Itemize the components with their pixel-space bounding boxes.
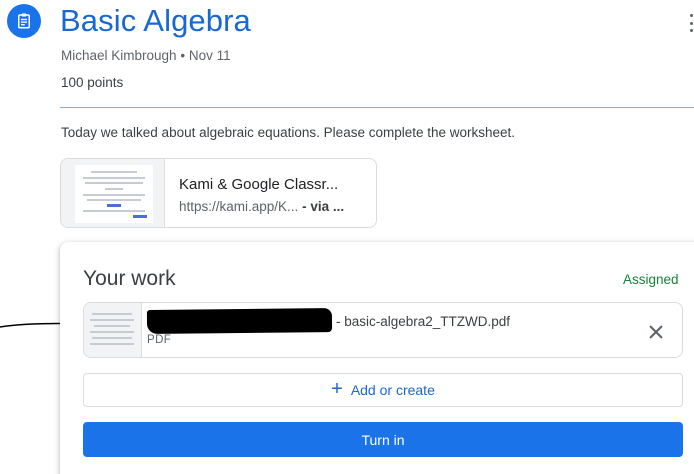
file-name: - basic-algebra2_TTZWD.pdf [336, 314, 511, 329]
attachment-card[interactable]: Kami & Google Classr... https://kami.app… [60, 158, 377, 228]
plus-icon: + [331, 378, 343, 400]
assignment-description: Today we talked about algebraic equation… [61, 125, 516, 140]
add-or-create-label: Add or create [350, 382, 435, 398]
attachment-subtitle: https://kami.app/K... - via ... [179, 199, 344, 214]
attachment-title: Kami & Google Classr... [179, 176, 339, 193]
attachment-url: https://kami.app/K... [179, 199, 299, 214]
redaction-mark [146, 308, 333, 334]
add-or-create-button[interactable]: + Add or create [83, 373, 683, 407]
file-type: PDF [147, 334, 172, 346]
attachment-via: - via ... [302, 199, 345, 214]
author-name: Michael Kimbrough [61, 48, 177, 63]
attachment-thumbnail [61, 159, 165, 227]
close-icon[interactable] [644, 320, 668, 344]
submitted-file[interactable]: - basic-algebra2_TTZWD.pdf PDF [83, 302, 683, 358]
turn-in-button[interactable]: Turn in [83, 422, 683, 457]
status-badge: Assigned [623, 272, 679, 287]
points-label: 100 points [61, 75, 124, 90]
post-date: Nov 11 [188, 48, 231, 63]
file-thumbnail [84, 303, 142, 357]
assignment-meta: Michael Kimbrough • Nov 11 [61, 48, 231, 63]
assignment-icon [7, 4, 41, 38]
meta-separator: • [180, 48, 186, 63]
header-divider [60, 107, 694, 108]
assignment-title: Basic Algebra [60, 3, 251, 38]
your-work-heading: Your work [83, 267, 176, 290]
more-options-icon[interactable] [688, 14, 694, 32]
